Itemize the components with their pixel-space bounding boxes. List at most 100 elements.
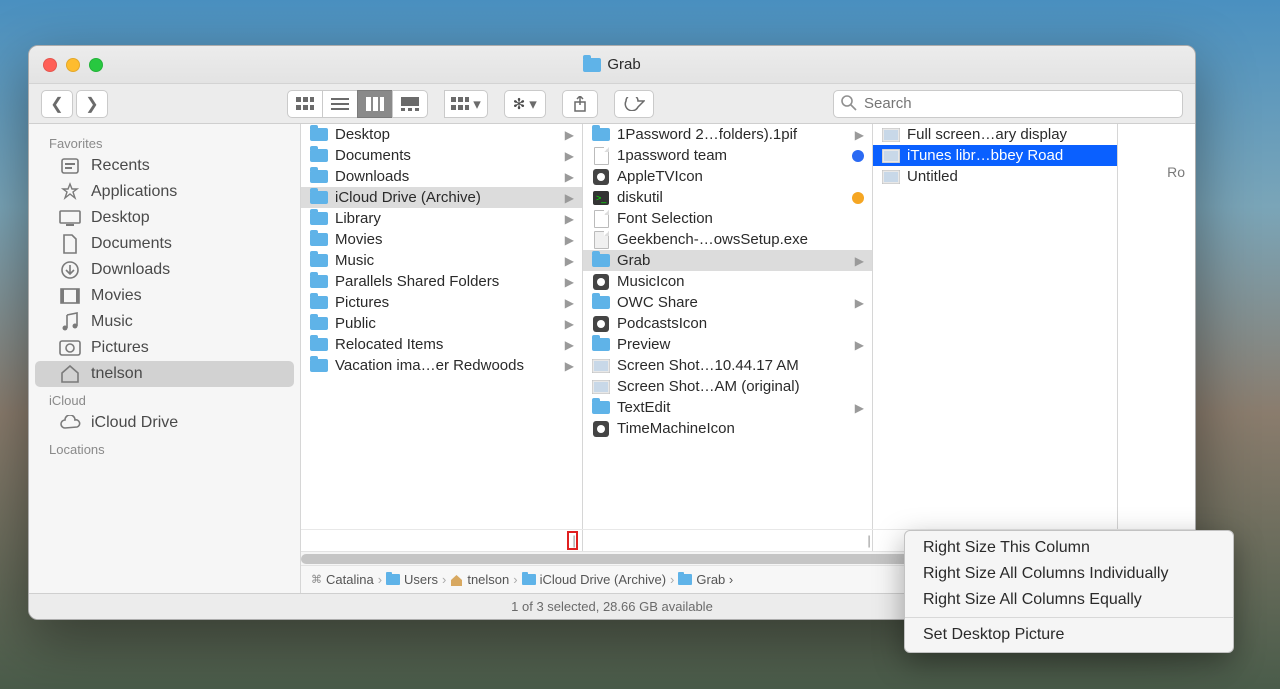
tags-button[interactable] (614, 90, 654, 118)
preview-pane: Ro (1118, 124, 1195, 529)
appicon-icon (591, 421, 611, 437)
sidebar-item[interactable]: Movies (35, 283, 294, 309)
forward-button[interactable]: ❯ (76, 90, 108, 118)
context-menu-item[interactable]: Right Size All Columns Equally (905, 587, 1233, 613)
file-row[interactable]: AppleTVIcon (583, 166, 872, 187)
file-row[interactable]: Music▶ (301, 250, 582, 271)
sidebar-item[interactable]: tnelson (35, 361, 294, 387)
file-row[interactable]: >_diskutil (583, 187, 872, 208)
file-label: Library (335, 210, 559, 227)
desktop-icon (59, 208, 81, 228)
file-row[interactable]: Untitled (873, 166, 1117, 187)
file-row[interactable]: 1password team (583, 145, 872, 166)
svg-text:>_: >_ (596, 193, 607, 203)
sidebar: FavoritesRecentsApplicationsDesktopDocum… (29, 124, 301, 593)
file-row[interactable]: Grab▶ (583, 250, 872, 271)
gallery-view-button[interactable] (392, 90, 428, 118)
search-field[interactable] (833, 90, 1183, 118)
file-row[interactable]: Library▶ (301, 208, 582, 229)
disclosure-arrow: ▶ (565, 233, 574, 247)
close-button[interactable] (43, 58, 57, 72)
path-icon (522, 574, 536, 585)
status-text: 1 of 3 selected, 28.66 GB available (511, 599, 713, 614)
path-component[interactable]: Grab › (678, 572, 733, 587)
path-separator: › (513, 572, 517, 587)
file-row[interactable]: TimeMachineIcon (583, 418, 872, 439)
column-view-button[interactable] (357, 90, 393, 118)
path-component[interactable]: Users (386, 572, 438, 587)
file-label: Music (335, 252, 559, 269)
folder-icon (309, 169, 329, 185)
column: Full screen…ary displayiTunes libr…bbey … (873, 124, 1118, 529)
file-row[interactable]: PodcastsIcon (583, 313, 872, 334)
share-button[interactable] (562, 90, 598, 118)
sidebar-item-label: tnelson (91, 365, 143, 383)
file-row[interactable]: Movies▶ (301, 229, 582, 250)
file-row[interactable]: Vacation ima…er Redwoods▶ (301, 355, 582, 376)
terminal-icon: >_ (591, 190, 611, 206)
sidebar-item[interactable]: Recents (35, 153, 294, 179)
file-row[interactable]: 1Password 2…folders).1pif▶ (583, 124, 872, 145)
file-row[interactable]: Relocated Items▶ (301, 334, 582, 355)
file-label: Grab (617, 252, 849, 269)
file-row[interactable]: Font Selection (583, 208, 872, 229)
context-menu-item[interactable]: Set Desktop Picture (905, 622, 1233, 648)
file-row[interactable]: OWC Share▶ (583, 292, 872, 313)
appicon-icon (591, 274, 611, 290)
column-resize-handle[interactable]: || (583, 530, 873, 551)
pictures-icon (59, 338, 81, 358)
action-button[interactable]: ✻ ▾ (504, 90, 546, 118)
path-separator: › (442, 572, 446, 587)
arrange-button[interactable]: ▾ (444, 90, 488, 118)
path-icon (678, 574, 692, 585)
zoom-button[interactable] (89, 58, 103, 72)
file-row[interactable]: Preview▶ (583, 334, 872, 355)
documents-icon (59, 234, 81, 254)
file-row[interactable]: Screen Shot…AM (original) (583, 376, 872, 397)
file-row[interactable]: Desktop▶ (301, 124, 582, 145)
file-row[interactable]: Downloads▶ (301, 166, 582, 187)
sidebar-item[interactable]: Desktop (35, 205, 294, 231)
file-row[interactable]: iCloud Drive (Archive)▶ (301, 187, 582, 208)
file-row[interactable]: Documents▶ (301, 145, 582, 166)
gallery-icon (401, 97, 419, 111)
file-row[interactable]: TextEdit▶ (583, 397, 872, 418)
sidebar-item[interactable]: Pictures (35, 335, 294, 361)
column-resize-handle[interactable]: || (301, 530, 583, 551)
sidebar-item[interactable]: Downloads (35, 257, 294, 283)
back-button[interactable]: ❮ (41, 90, 73, 118)
tag-dot (852, 192, 864, 204)
folder-alias-icon (309, 337, 329, 353)
context-menu-item[interactable]: Right Size All Columns Individually (905, 561, 1233, 587)
file-row[interactable]: Public▶ (301, 313, 582, 334)
sidebar-item-label: Movies (91, 287, 142, 305)
disclosure-arrow: ▶ (855, 296, 864, 310)
file-row[interactable]: iTunes libr…bbey Road (873, 145, 1117, 166)
search-input[interactable] (833, 90, 1183, 118)
list-view-button[interactable] (322, 90, 358, 118)
sidebar-item[interactable]: Music (35, 309, 294, 335)
image-icon (881, 169, 901, 185)
titlebar: Grab (29, 46, 1195, 84)
file-label: Parallels Shared Folders (335, 273, 559, 290)
file-row[interactable]: MusicIcon (583, 271, 872, 292)
icon-view-button[interactable] (287, 90, 323, 118)
column: Desktop▶Documents▶Downloads▶iCloud Drive… (301, 124, 583, 529)
minimize-button[interactable] (66, 58, 80, 72)
file-row[interactable]: Parallels Shared Folders▶ (301, 271, 582, 292)
path-component[interactable]: ⌘Catalina (311, 572, 374, 587)
toolbar: ❮ ❯ ▾ ✻ ▾ (29, 84, 1195, 124)
sidebar-item-label: iCloud Drive (91, 414, 178, 432)
path-component[interactable]: tnelson (450, 572, 509, 587)
sidebar-item[interactable]: Applications (35, 179, 294, 205)
file-row[interactable]: Full screen…ary display (873, 124, 1117, 145)
file-row[interactable]: Pictures▶ (301, 292, 582, 313)
context-menu-item[interactable]: Right Size This Column (905, 535, 1233, 561)
folder-icon (591, 400, 611, 416)
path-component[interactable]: iCloud Drive (Archive) (522, 572, 666, 587)
file-label: MusicIcon (617, 273, 864, 290)
file-row[interactable]: Screen Shot…10.44.17 AM (583, 355, 872, 376)
sidebar-item[interactable]: iCloud Drive (35, 410, 294, 436)
sidebar-item[interactable]: Documents (35, 231, 294, 257)
file-row[interactable]: Geekbench-…owsSetup.exe (583, 229, 872, 250)
